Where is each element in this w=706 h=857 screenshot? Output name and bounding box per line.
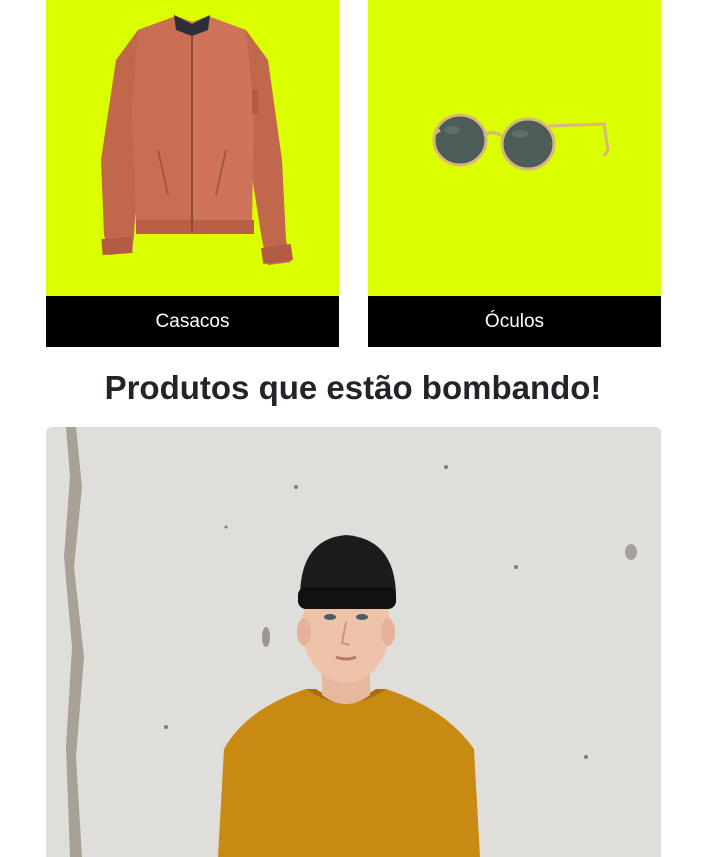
jacket-image bbox=[46, 0, 339, 296]
category-label-oculos: Óculos bbox=[368, 296, 661, 347]
section-title: Produtos que estão bombando! bbox=[104, 369, 602, 406]
category-card-casacos[interactable]: Casacos bbox=[46, 0, 339, 347]
page: Casacos Óculos Produtos que estão bomban… bbox=[0, 0, 706, 857]
featured-product-image[interactable] bbox=[46, 427, 661, 857]
category-label-casacos: Casacos bbox=[46, 296, 339, 347]
sunglasses-image bbox=[368, 0, 661, 296]
category-card-oculos[interactable]: Óculos bbox=[368, 0, 661, 347]
